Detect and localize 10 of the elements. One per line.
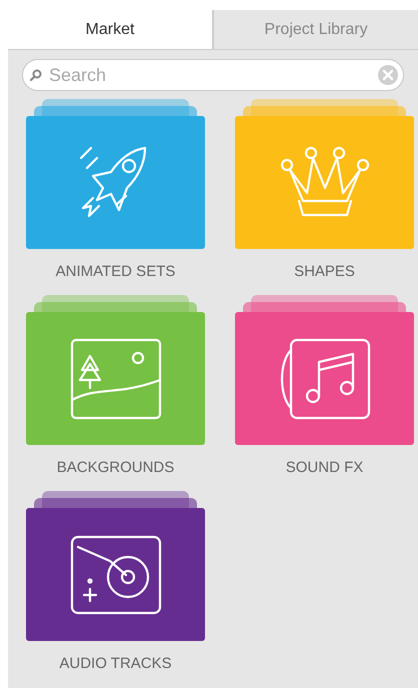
category-label: BACKGROUNDS — [56, 458, 176, 478]
category-label: AUDIO TRACKS — [58, 654, 173, 674]
tab[interactable]: Market — [8, 10, 212, 50]
search-icon — [29, 68, 43, 82]
clear-icon[interactable] — [377, 64, 399, 86]
search-field[interactable]: Search — [22, 59, 404, 91]
category-label: SHAPES — [293, 262, 356, 282]
category-label: ANIMATED SETS — [54, 262, 176, 282]
folder-card[interactable] — [26, 508, 205, 641]
category-label: SOUND FX — [284, 458, 364, 478]
